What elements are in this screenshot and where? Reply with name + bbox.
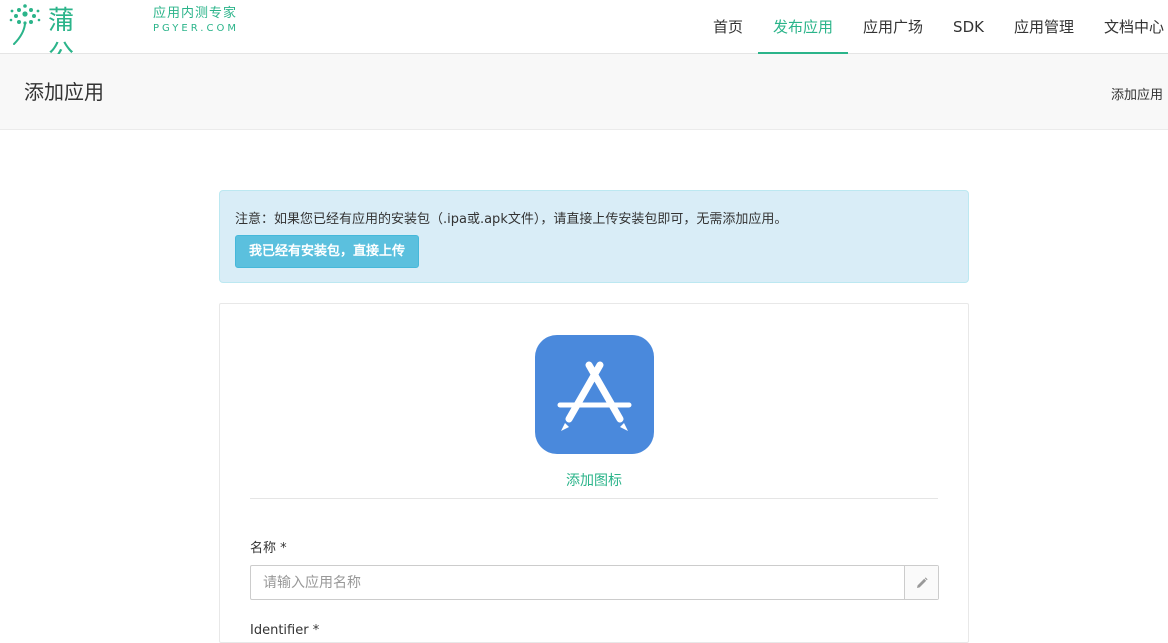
logo[interactable]: 蒲公英 应用内测专家 PGYER.COM xyxy=(8,2,236,104)
app-name-input[interactable] xyxy=(251,566,904,599)
app-icon-upload[interactable] xyxy=(535,335,654,454)
top-header: 蒲公英 应用内测专家 PGYER.COM 首页 发布应用 应用广场 SDK 应用… xyxy=(0,0,1168,104)
direct-upload-button[interactable]: 我已经有安装包，直接上传 xyxy=(235,235,420,268)
pencil-icon xyxy=(916,576,928,588)
page-title-bar: 添加应用 添加应用 xyxy=(0,54,1168,130)
nav-item-app-management[interactable]: 应用管理 xyxy=(999,0,1089,54)
nav-item-publish-app[interactable]: 发布应用 xyxy=(758,0,849,54)
brand-tagline: 应用内测专家 PGYER.COM xyxy=(153,6,239,36)
edit-addon[interactable] xyxy=(904,566,938,599)
divider xyxy=(250,498,938,499)
brand-tagline-en: PGYER.COM xyxy=(153,23,239,34)
breadcrumb: 添加应用 xyxy=(1110,88,1163,103)
nav-item-app-market[interactable]: 应用广场 xyxy=(848,0,938,54)
main-nav: 首页 发布应用 应用广场 SDK 应用管理 文档中心 xyxy=(698,0,1168,54)
name-field-group xyxy=(250,565,939,600)
dandelion-logo-icon xyxy=(9,4,41,45)
notice-text: 注意：如果您已经有应用的安装包（.ipa或.apk文件），请直接上传安装包即可，… xyxy=(235,212,788,227)
add-icon-link[interactable]: 添加图标 xyxy=(220,470,968,490)
nav-item-docs[interactable]: 文档中心 xyxy=(1089,0,1168,54)
app-store-icon xyxy=(557,361,632,431)
upload-notice: 注意：如果您已经有应用的安装包（.ipa或.apk文件），请直接上传安装包即可，… xyxy=(219,190,969,283)
add-app-form: 添加图标 名称 * Identifier * xyxy=(219,303,969,643)
nav-item-sdk[interactable]: SDK xyxy=(938,0,999,54)
name-label: 名称 * xyxy=(250,541,287,556)
brand-tagline-cn: 应用内测专家 xyxy=(153,6,238,21)
identifier-label: Identifier * xyxy=(250,623,320,638)
nav-item-home[interactable]: 首页 xyxy=(698,0,758,54)
page-title: 添加应用 xyxy=(24,80,104,104)
